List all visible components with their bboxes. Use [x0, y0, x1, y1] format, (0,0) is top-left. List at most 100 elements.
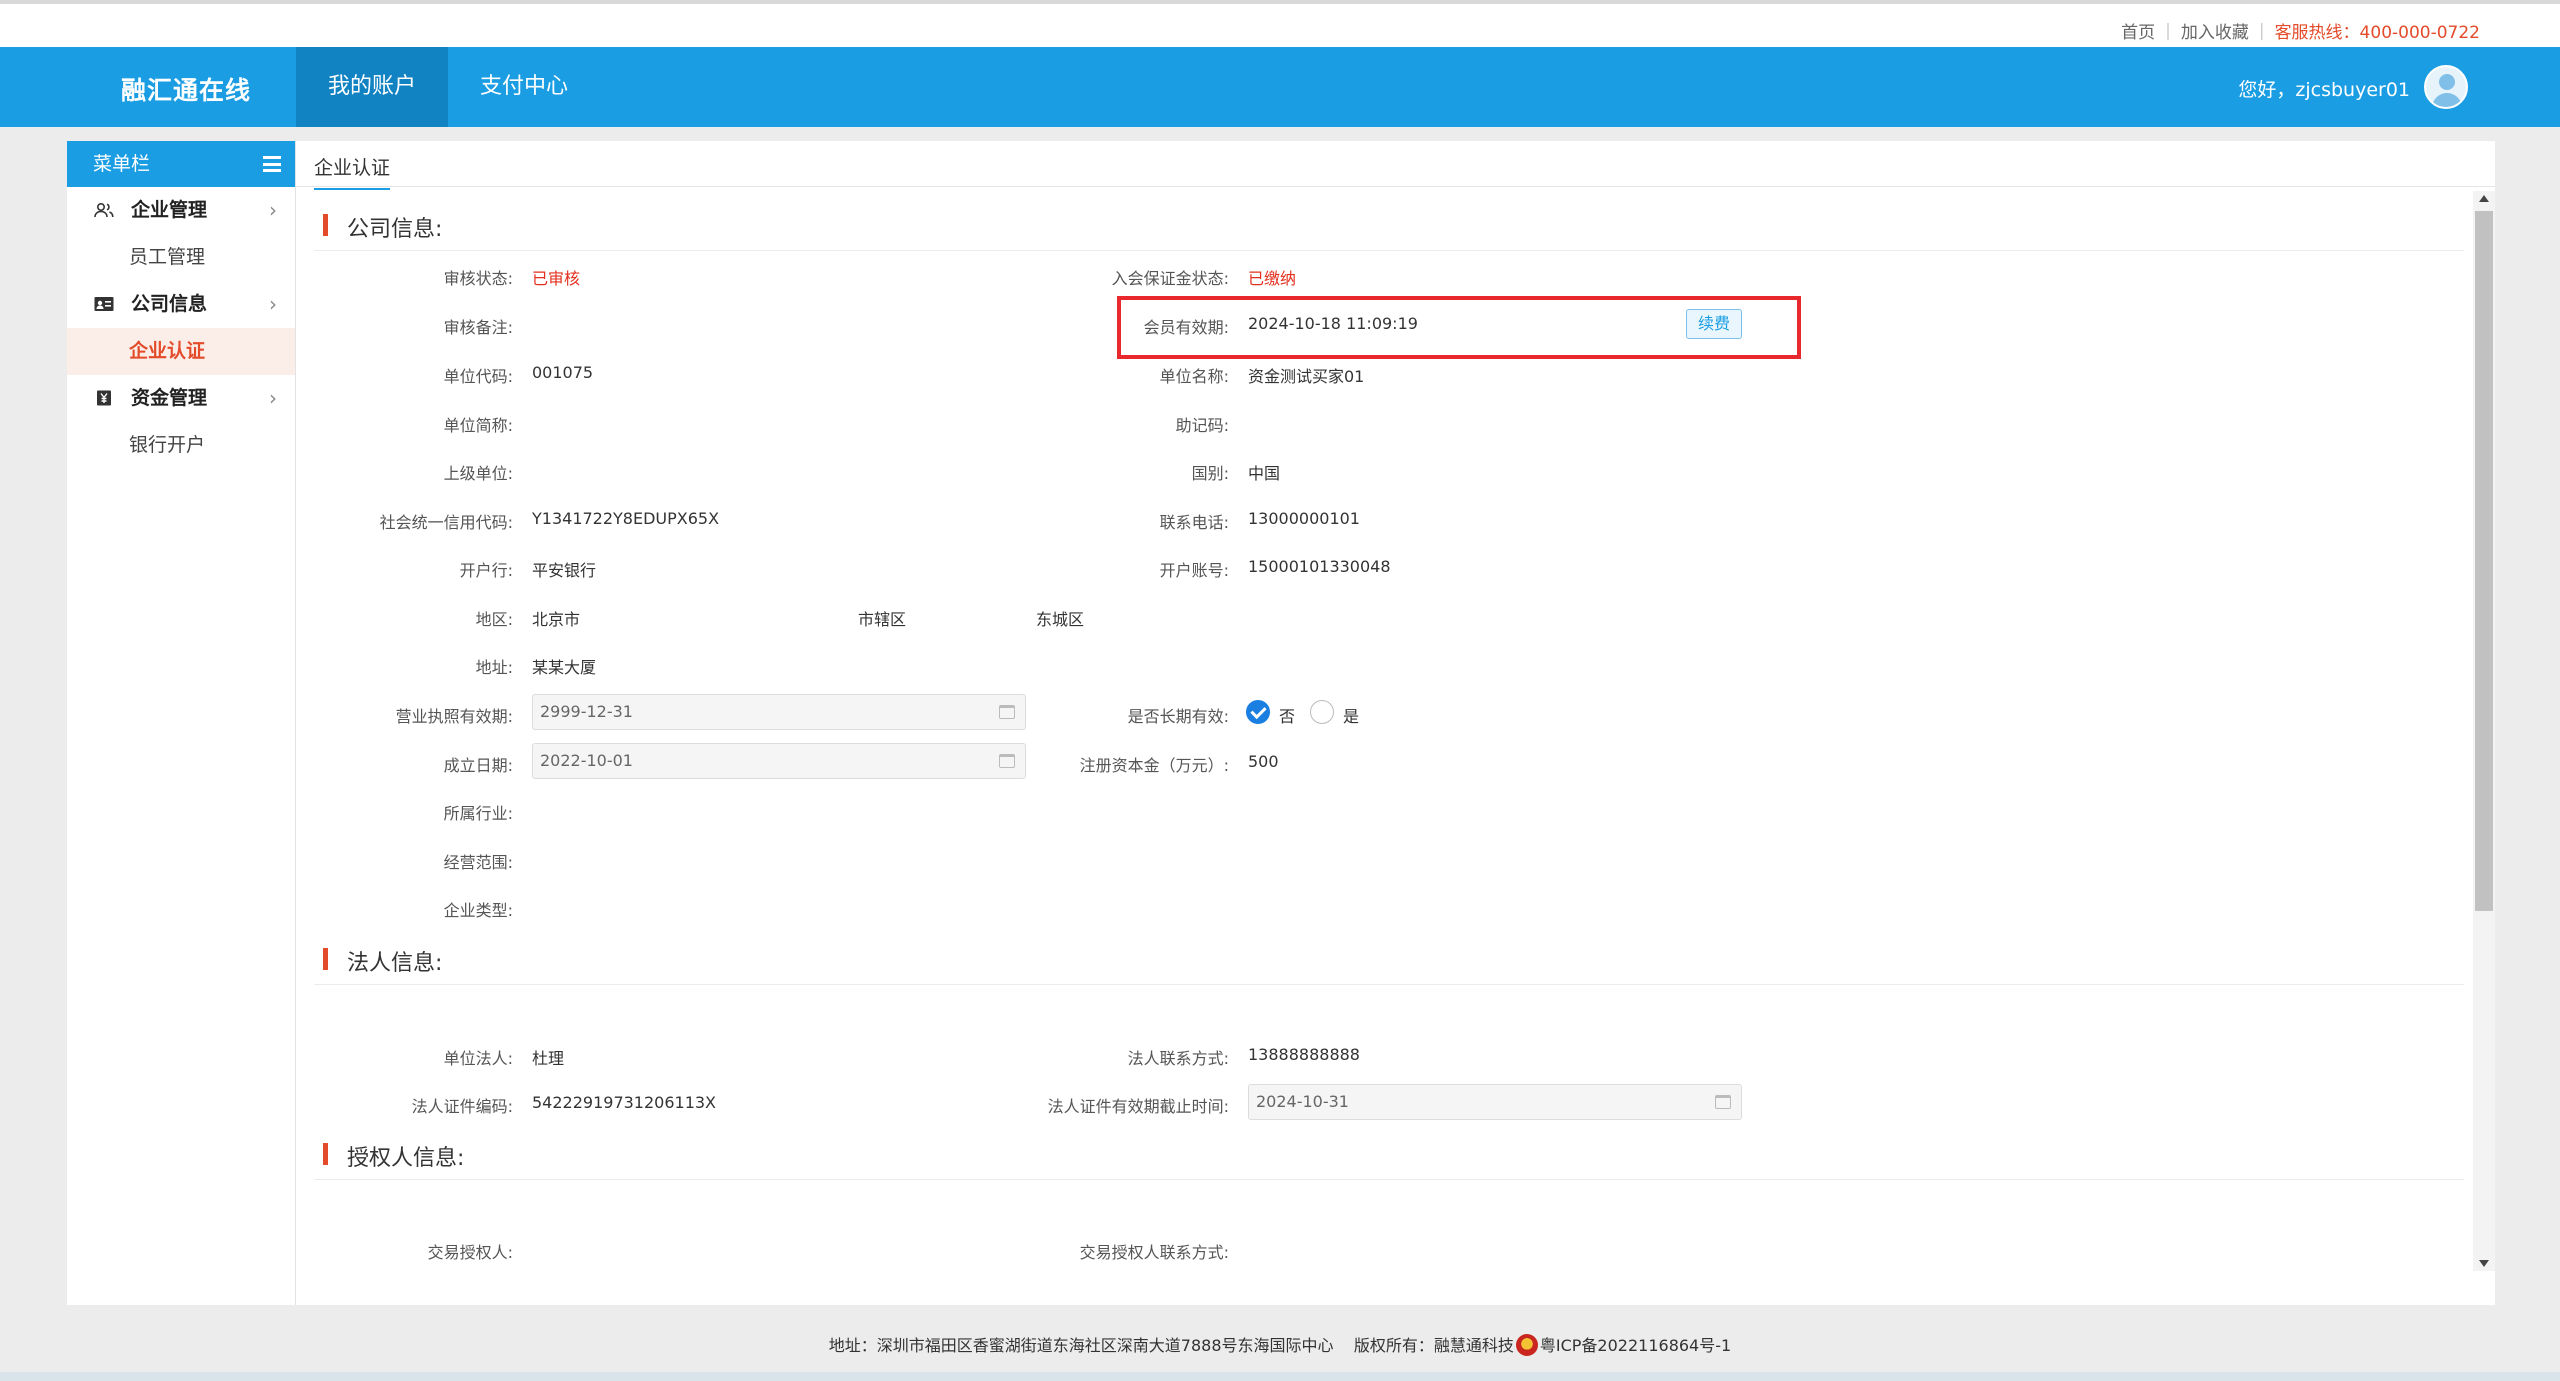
audit-note-label: 审核备注: — [443, 318, 513, 337]
scroll-up-icon[interactable] — [2479, 195, 2489, 202]
section-title-company: 公司信息: — [323, 211, 442, 243]
member-expiry-label: 会员有效期: — [1143, 318, 1229, 337]
enterprise-type-label: 企业类型: — [443, 901, 513, 920]
top-links: 首页 | 加入收藏 | 客服热线：400-000-0722 — [2121, 18, 2480, 44]
capital-value: 500 — [1248, 752, 1279, 771]
footer-copyright: 版权所有：融慧通科技 — [1353, 1336, 1514, 1355]
sidebar-group-enterprise[interactable]: 企业管理 › — [67, 187, 295, 234]
calendar-icon[interactable] — [1715, 1095, 1731, 1109]
user-greeting: 您好，zjcsbuyer01 — [2238, 79, 2410, 101]
calendar-icon[interactable] — [999, 705, 1015, 719]
parent-unit-label: 上级单位: — [443, 464, 513, 483]
unit-name-label: 单位名称: — [1159, 367, 1229, 386]
footer: 地址：深圳市福田区香蜜湖街道东海社区深南大道7888号东海国际中心 版权所有：融… — [0, 1320, 2560, 1372]
main-nav: 我的账户 支付中心 — [296, 47, 600, 127]
top-utility-bar: 首页 | 加入收藏 | 客服热线：400-000-0722 — [0, 0, 2560, 47]
sidebar-group-label: 资金管理 — [131, 387, 208, 409]
police-emblem-icon — [1515, 1334, 1538, 1356]
region-label: 地区: — [475, 610, 513, 629]
account-value: 15000101330048 — [1248, 557, 1391, 576]
menu-toggle-icon[interactable] — [263, 156, 281, 172]
region-city: 市辖区 — [858, 610, 907, 629]
mnemonic-label: 助记码: — [1175, 416, 1229, 435]
capital-label: 注册资本金（万元）: — [1079, 756, 1229, 775]
divider: | — [2258, 20, 2265, 41]
legal-id-expiry-label: 法人证件有效期截止时间: — [1047, 1097, 1229, 1116]
id-card-icon — [94, 297, 114, 311]
section-title-legal: 法人信息: — [323, 945, 442, 977]
short-name-label: 单位简称: — [443, 416, 513, 435]
unit-name-value: 资金测试买家01 — [1248, 367, 1365, 386]
address-label: 地址: — [475, 658, 513, 677]
long-term-no-label: 否 — [1279, 707, 1296, 726]
chevron-right-icon: › — [269, 386, 277, 410]
calendar-icon[interactable] — [999, 754, 1015, 768]
account-label: 开户账号: — [1159, 561, 1229, 580]
main-header: 融汇通在线 我的账户 支付中心 您好，zjcsbuyer01 — [0, 47, 2560, 127]
chevron-right-icon: › — [269, 292, 277, 316]
deposit-status-label: 入会保证金状态: — [1111, 269, 1229, 288]
license-expiry-field[interactable]: 2999-12-31 — [532, 694, 1026, 730]
unit-code-value: 001075 — [532, 363, 594, 382]
found-date-value: 2022-10-01 — [540, 751, 633, 770]
legal-contact-value: 13888888888 — [1248, 1045, 1360, 1064]
sidebar-group-label: 公司信息 — [131, 293, 208, 315]
add-favorite-link[interactable]: 加入收藏 — [2181, 18, 2249, 43]
renew-button[interactable]: 续费 — [1686, 309, 1742, 339]
authorized-contact-label: 交易授权人联系方式: — [1079, 1243, 1229, 1262]
sidebar-item-staff[interactable]: 员工管理 — [67, 234, 295, 281]
avatar-icon[interactable] — [2424, 65, 2468, 109]
nav-my-account[interactable]: 我的账户 — [296, 47, 449, 127]
footer-icp[interactable]: 粤ICP备2022116864号-1 — [1540, 1336, 1731, 1355]
sidebar-group-company-info[interactable]: 公司信息 › — [67, 281, 295, 328]
section-title-authorized: 授权人信息: — [323, 1140, 464, 1172]
legal-contact-label: 法人联系方式: — [1127, 1049, 1229, 1068]
users-icon — [94, 202, 114, 218]
industry-label: 所属行业: — [443, 804, 513, 823]
scope-label: 经营范围: — [443, 853, 513, 872]
sidebar-group-funds[interactable]: 资金管理 › — [67, 375, 295, 422]
found-date-field[interactable]: 2022-10-01 — [532, 743, 1026, 779]
legal-id-expiry-value: 2024-10-31 — [1256, 1092, 1349, 1111]
legal-id-label: 法人证件编码: — [411, 1097, 513, 1116]
credit-code-label: 社会统一信用代码: — [379, 513, 513, 532]
sidebar-item-enterprise-cert[interactable]: 企业认证 — [67, 328, 295, 375]
sidebar: 菜单栏 企业管理 › 员工管理 公司信息 › 企业认证 资金管理 › 银行开户 — [67, 141, 296, 1305]
unit-code-label: 单位代码: — [443, 367, 513, 386]
scroll-thumb[interactable] — [2475, 211, 2493, 911]
section-divider — [314, 1179, 2464, 1180]
long-term-yes-radio[interactable] — [1310, 700, 1334, 724]
section-divider — [314, 250, 2464, 251]
country-value: 中国 — [1248, 464, 1281, 483]
long-term-no-radio[interactable] — [1246, 700, 1270, 724]
scroll-down-icon[interactable] — [2479, 1260, 2489, 1267]
long-term-yes-label: 是 — [1343, 707, 1360, 726]
hotline-text: 客服热线：400-000-0722 — [2274, 23, 2480, 43]
sidebar-group-label: 企业管理 — [131, 199, 208, 221]
bank-value: 平安银行 — [532, 561, 597, 580]
found-date-label: 成立日期: — [443, 756, 513, 775]
region-district: 东城区 — [1036, 610, 1085, 629]
bottom-edge — [0, 1372, 2560, 1381]
address-value: 某某大厦 — [532, 658, 597, 677]
divider: | — [2165, 20, 2171, 41]
legal-person-label: 单位法人: — [443, 1049, 513, 1068]
deposit-status-value: 已缴纳 — [1248, 269, 1297, 288]
legal-id-expiry-field[interactable]: 2024-10-31 — [1248, 1084, 1742, 1120]
home-link[interactable]: 首页 — [2121, 18, 2155, 43]
authorized-person-label: 交易授权人: — [427, 1243, 513, 1262]
tab-enterprise-cert[interactable]: 企业认证 — [314, 153, 391, 190]
nav-payment-center[interactable]: 支付中心 — [448, 47, 600, 127]
legal-person-value: 杜理 — [532, 1049, 565, 1068]
tab-bar: 企业认证 — [296, 141, 2495, 190]
license-expiry-label: 营业执照有效期: — [395, 707, 513, 726]
credit-code-value: Y1341722Y8EDUPX65X — [532, 509, 720, 528]
yen-box-icon — [97, 390, 111, 406]
site-logo[interactable]: 融汇通在线 — [121, 71, 251, 107]
sidebar-item-bank-account[interactable]: 银行开户 — [67, 422, 295, 469]
region-province: 北京市 — [532, 610, 581, 629]
vertical-scrollbar[interactable] — [2473, 191, 2495, 1271]
sidebar-title: 菜单栏 — [93, 153, 151, 175]
phone-label: 联系电话: — [1159, 513, 1229, 532]
bank-label: 开户行: — [459, 561, 513, 580]
